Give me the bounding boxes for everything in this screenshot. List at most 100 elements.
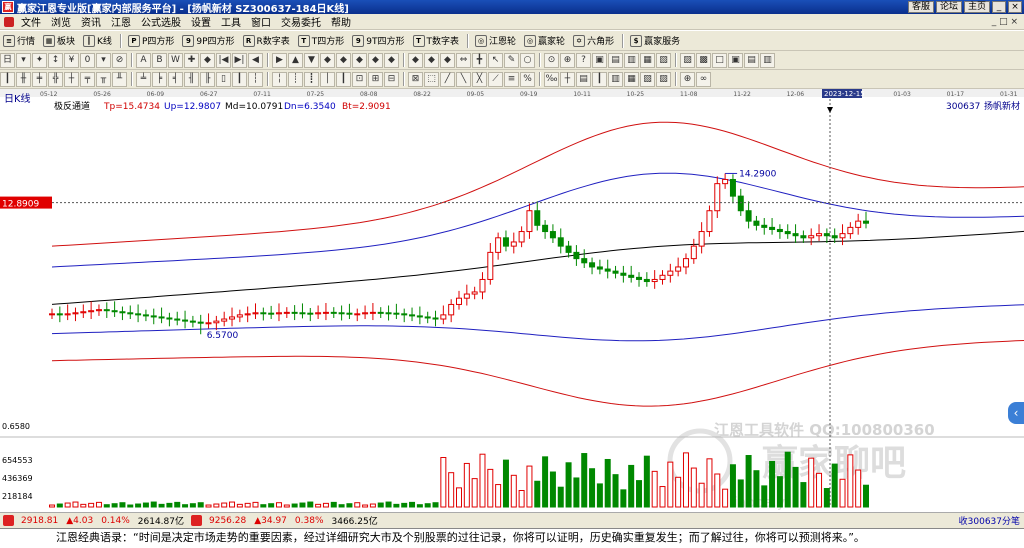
menu-file[interactable]: 文件 xyxy=(16,14,46,29)
toolbar2-tool-16-icon[interactable]: ▶ xyxy=(272,52,287,68)
toolbar3-tool-6-icon[interactable]: ╥ xyxy=(96,71,111,87)
toolbar3-tool-4-icon[interactable]: ┼ xyxy=(64,71,79,87)
toolbar3-tool-38-icon[interactable]: ▧ xyxy=(640,71,655,87)
child-window-controls[interactable]: _ □ × xyxy=(986,17,1024,27)
menu-help[interactable]: 帮助 xyxy=(326,14,356,29)
toolbar3-tool-14-icon[interactable]: ┃ xyxy=(232,71,247,87)
toolbar-r-table-button[interactable]: R R数字表 xyxy=(240,33,293,49)
toolbar3-tool-7-icon[interactable]: ╨ xyxy=(112,71,127,87)
toolbar3-tool-22-icon[interactable]: ⊞ xyxy=(368,71,383,87)
toolbar3-tool-19-icon[interactable]: │ xyxy=(320,71,335,87)
toolbar3-tool-40-icon[interactable]: ⊕ xyxy=(680,71,695,87)
toolbar2-tool-14-icon[interactable]: ▶| xyxy=(232,52,247,68)
toolbar2-tool-17-icon[interactable]: ▲ xyxy=(288,52,303,68)
toolbar3-tool-27-icon[interactable]: ╲ xyxy=(456,71,471,87)
toolbar2-tool-15-icon[interactable]: ◀ xyxy=(248,52,263,68)
toolbar3-tool-32-icon[interactable]: ‰ xyxy=(544,71,559,87)
toolbar3-tool-35-icon[interactable]: ┃ xyxy=(592,71,607,87)
toolbar3-tool-3-icon[interactable]: ╬ xyxy=(48,71,63,87)
toolbar-winner-wheel-button[interactable]: ◎ 赢家轮 xyxy=(521,33,568,49)
toolbar-hexagon-button[interactable]: ✡ 六角形 xyxy=(570,33,617,49)
toolbar2-tool-30-icon[interactable]: ✎ xyxy=(504,52,519,68)
toolbar2-tool-36-icon[interactable]: ▤ xyxy=(608,52,623,68)
menu-info[interactable]: 资讯 xyxy=(76,14,106,29)
menu-window[interactable]: 窗口 xyxy=(246,14,276,29)
toolbar3-tool-10-icon[interactable]: ╡ xyxy=(168,71,183,87)
toolbar2-tool-25-icon[interactable]: ◆ xyxy=(424,52,439,68)
close-button[interactable]: × xyxy=(1008,1,1022,13)
toolbar3-tool-23-icon[interactable]: ⊟ xyxy=(384,71,399,87)
toolbar3-tool-33-icon[interactable]: ┼ xyxy=(560,71,575,87)
toolbar3-tool-1-icon[interactable]: ╫ xyxy=(16,71,31,87)
toolbar2-tool-33-icon[interactable]: ⊕ xyxy=(560,52,575,68)
kline-chart[interactable]: 05-12 05-26 06-09 06-27 07-11 07-25 08-08 08-22… xyxy=(0,89,1024,512)
menu-tools[interactable]: 工具 xyxy=(216,14,246,29)
toolbar2-tool-0-icon[interactable]: 日 xyxy=(0,52,15,68)
toolbar2-tool-40-icon[interactable]: ▨ xyxy=(680,52,695,68)
menu-browse[interactable]: 浏览 xyxy=(46,14,76,29)
service-button[interactable]: 客服 xyxy=(907,1,934,13)
toolbar3-tool-30-icon[interactable]: ≡ xyxy=(504,71,519,87)
toolbar3-tool-17-icon[interactable]: ┊ xyxy=(288,71,303,87)
toolbar2-tool-22-icon[interactable]: ◆ xyxy=(368,52,383,68)
toolbar3-tool-16-icon[interactable]: ╎ xyxy=(272,71,287,87)
toolbar2-tool-3-icon[interactable]: ↕ xyxy=(48,52,63,68)
toolbar3-tool-12-icon[interactable]: ╟ xyxy=(200,71,215,87)
toolbar-t-square-button[interactable]: T T四方形 xyxy=(295,33,348,49)
toolbar3-tool-8-icon[interactable]: ╧ xyxy=(136,71,151,87)
toolbar2-tool-12-icon[interactable]: ◆ xyxy=(200,52,215,68)
toolbar3-tool-11-icon[interactable]: ╢ xyxy=(184,71,199,87)
toolbar3-tool-0-icon[interactable]: ┃ xyxy=(0,71,15,87)
toolbar-sectors-button[interactable]: ▦ 板块 xyxy=(40,33,78,49)
toolbar3-tool-18-icon[interactable]: ┋ xyxy=(304,71,319,87)
toolbar2-tool-42-icon[interactable]: □ xyxy=(712,52,727,68)
menu-trade[interactable]: 交易委托 xyxy=(276,14,326,29)
toolbar2-tool-29-icon[interactable]: ↖ xyxy=(488,52,503,68)
toolbar-gann-wheel-button[interactable]: ◎ 江恩轮 xyxy=(472,33,519,49)
toolbar2-tool-37-icon[interactable]: ▥ xyxy=(624,52,639,68)
toolbar3-tool-13-icon[interactable]: ▯ xyxy=(216,71,231,87)
forum-button[interactable]: 论坛 xyxy=(935,1,962,13)
toolbar3-tool-25-icon[interactable]: ⬚ xyxy=(424,71,439,87)
toolbar3-tool-9-icon[interactable]: ╞ xyxy=(152,71,167,87)
toolbar2-tool-24-icon[interactable]: ◆ xyxy=(408,52,423,68)
side-expand-button[interactable]: ‹ xyxy=(1008,402,1024,424)
toolbar2-tool-7-icon[interactable]: ⊘ xyxy=(112,52,127,68)
toolbar2-tool-18-icon[interactable]: ▼ xyxy=(304,52,319,68)
toolbar2-tool-39-icon[interactable]: ▧ xyxy=(656,52,671,68)
toolbar3-tool-5-icon[interactable]: ╤ xyxy=(80,71,95,87)
toolbar3-tool-2-icon[interactable]: ╪ xyxy=(32,71,47,87)
toolbar2-tool-32-icon[interactable]: ⊙ xyxy=(544,52,559,68)
toolbar2-tool-41-icon[interactable]: ▩ xyxy=(696,52,711,68)
toolbar3-tool-21-icon[interactable]: ⊡ xyxy=(352,71,367,87)
toolbar2-tool-35-icon[interactable]: ▣ xyxy=(592,52,607,68)
toolbar3-tool-26-icon[interactable]: ╱ xyxy=(440,71,455,87)
toolbar2-tool-26-icon[interactable]: ◆ xyxy=(440,52,455,68)
toolbar3-tool-20-icon[interactable]: ┃ xyxy=(336,71,351,87)
toolbar3-tool-36-icon[interactable]: ▥ xyxy=(608,71,623,87)
toolbar2-tool-45-icon[interactable]: ▥ xyxy=(760,52,775,68)
toolbar2-tool-19-icon[interactable]: ◆ xyxy=(320,52,335,68)
toolbar-kline-button[interactable]: ┃ K线 xyxy=(80,33,115,49)
menu-gann[interactable]: 江恩 xyxy=(106,14,136,29)
toolbar2-tool-13-icon[interactable]: |◀ xyxy=(216,52,231,68)
toolbar2-tool-11-icon[interactable]: ✚ xyxy=(184,52,199,68)
toolbar2-tool-44-icon[interactable]: ▤ xyxy=(744,52,759,68)
toolbar3-tool-29-icon[interactable]: ⟋ xyxy=(488,71,503,87)
toolbar2-tool-1-icon[interactable]: ▾ xyxy=(16,52,31,68)
toolbar3-tool-28-icon[interactable]: ╳ xyxy=(472,71,487,87)
toolbar-9p-square-button[interactable]: 9 9P四方形 xyxy=(179,33,237,49)
minimize-button[interactable]: _ xyxy=(992,1,1006,13)
menu-settings[interactable]: 设置 xyxy=(186,14,216,29)
toolbar3-tool-15-icon[interactable]: ┆ xyxy=(248,71,263,87)
toolbar-quotes-button[interactable]: ≡ 行情 xyxy=(0,33,38,49)
toolbar3-tool-34-icon[interactable]: ▤ xyxy=(576,71,591,87)
toolbar2-tool-9-icon[interactable]: B xyxy=(152,52,167,68)
toolbar2-tool-20-icon[interactable]: ◆ xyxy=(336,52,351,68)
toolbar3-tool-31-icon[interactable]: % xyxy=(520,71,535,87)
toolbar3-tool-39-icon[interactable]: ▨ xyxy=(656,71,671,87)
toolbar2-tool-10-icon[interactable]: W xyxy=(168,52,183,68)
toolbar-t-table-button[interactable]: T T数字表 xyxy=(410,33,463,49)
toolbar2-tool-27-icon[interactable]: ⇔ xyxy=(456,52,471,68)
home-button[interactable]: 主页 xyxy=(963,1,990,13)
